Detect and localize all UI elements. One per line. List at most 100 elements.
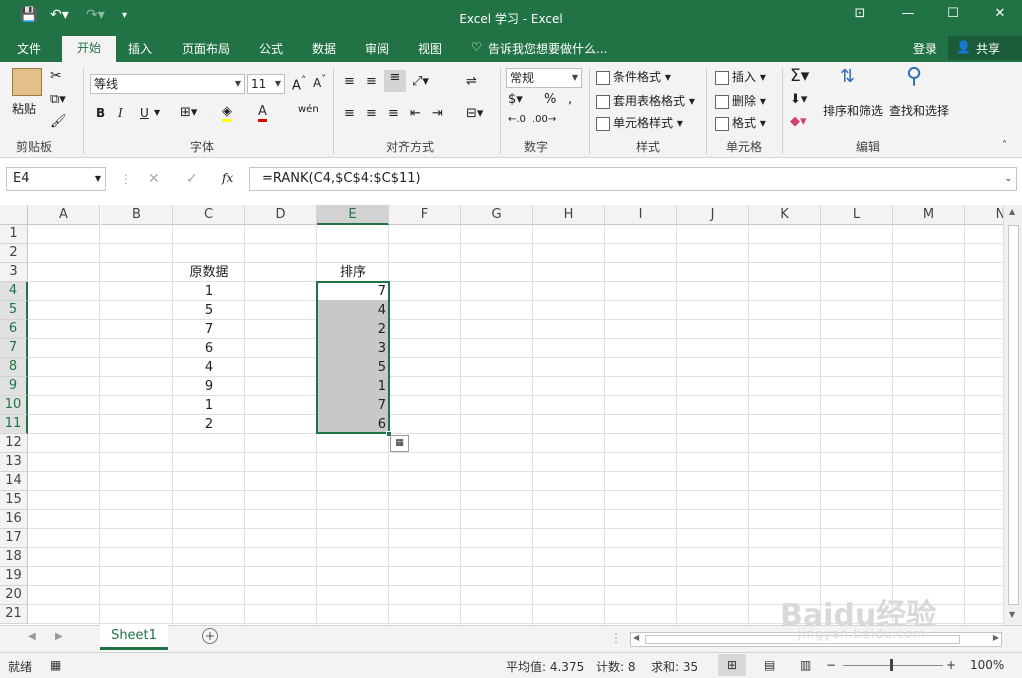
italic-button[interactable]: I: [118, 106, 123, 120]
row-header-6[interactable]: 6: [0, 320, 28, 339]
align-center-icon[interactable]: ≡: [366, 106, 377, 121]
wrap-text-icon[interactable]: ⇌: [466, 74, 477, 89]
macro-record-icon[interactable]: ▦: [50, 658, 61, 672]
cell-C8[interactable]: 4: [173, 358, 245, 377]
add-sheet-icon[interactable]: +: [202, 628, 218, 644]
tab-file[interactable]: 文件: [17, 40, 41, 57]
zoom-slider[interactable]: [843, 665, 943, 666]
expand-formula-icon[interactable]: ⌄: [1004, 168, 1012, 190]
maximize-button[interactable]: ☐: [943, 6, 963, 26]
clear-icon[interactable]: ◆▾: [790, 114, 807, 129]
column-header-B[interactable]: B: [101, 205, 173, 225]
copy-icon[interactable]: ⧉▾: [50, 92, 66, 107]
column-header-F[interactable]: F: [389, 205, 461, 225]
phonetic-icon[interactable]: wén: [298, 104, 319, 115]
column-header-H[interactable]: H: [533, 205, 605, 225]
column-header-L[interactable]: L: [821, 205, 893, 225]
collapse-ribbon-icon[interactable]: ˄: [1002, 140, 1007, 151]
ribbon-display-icon[interactable]: ⊡: [850, 6, 870, 26]
align-left-icon[interactable]: ≡: [344, 106, 355, 121]
row-header-19[interactable]: 19: [0, 567, 28, 586]
row-header-21[interactable]: 21: [0, 605, 28, 624]
delete-cells-button[interactable]: 删除 ▾: [715, 92, 766, 109]
tab-split-icon[interactable]: ⋮: [610, 631, 622, 645]
paste-button[interactable]: 粘贴: [12, 100, 36, 117]
row-header-8[interactable]: 8: [0, 358, 28, 377]
row-header-2[interactable]: 2: [0, 244, 28, 263]
worksheet-grid[interactable]: ABCDEFGHIJKLMN 1 2 3 4 5 6 7 8 9 10 11 12 13 14 15 16 17…: [0, 205, 1003, 625]
page-layout-view-icon[interactable]: ▤: [764, 658, 775, 672]
conditional-formatting-button[interactable]: 条件格式 ▾: [596, 68, 671, 85]
row-header-12[interactable]: 12: [0, 434, 28, 453]
zoom-in-icon[interactable]: +: [946, 658, 956, 672]
paste-icon[interactable]: [12, 68, 42, 96]
cell-C10[interactable]: 1: [173, 396, 245, 415]
select-all-button[interactable]: [0, 205, 28, 225]
quick-analysis-icon[interactable]: ▦: [390, 435, 409, 452]
scroll-down-icon[interactable]: ▼: [1009, 610, 1015, 619]
name-box-dropdown-icon[interactable]: ▼: [95, 168, 101, 190]
font-color-icon[interactable]: A: [258, 104, 267, 122]
cell-C9[interactable]: 9: [173, 377, 245, 396]
row-header-9[interactable]: 9: [0, 377, 28, 396]
zoom-slider-thumb[interactable]: [890, 659, 893, 671]
tab-insert[interactable]: 插入: [128, 40, 152, 57]
row-header-7[interactable]: 7: [0, 339, 28, 358]
cell-C3[interactable]: 原数据: [173, 263, 245, 282]
row-header-16[interactable]: 16: [0, 510, 28, 529]
format-as-table-button[interactable]: 套用表格格式 ▾: [596, 92, 695, 109]
scroll-right-icon[interactable]: ▶: [993, 633, 999, 642]
column-header-C[interactable]: C: [173, 205, 245, 225]
underline-dropdown-icon[interactable]: ▼: [154, 108, 160, 117]
increase-decimal-icon[interactable]: ←.0: [508, 114, 526, 125]
row-header-4[interactable]: 4: [0, 282, 28, 301]
row-header-13[interactable]: 13: [0, 453, 28, 472]
decrease-decimal-icon[interactable]: .00→: [532, 114, 556, 125]
scroll-left-icon[interactable]: ◀: [633, 633, 639, 642]
decrease-indent-icon[interactable]: ⇤: [410, 106, 421, 121]
close-button[interactable]: ✕: [990, 6, 1010, 26]
row-header-5[interactable]: 5: [0, 301, 28, 320]
sort-filter-button[interactable]: 排序和筛选: [823, 102, 883, 119]
underline-button[interactable]: U: [140, 106, 149, 120]
row-header-1[interactable]: 1: [0, 225, 28, 244]
row-header-3[interactable]: 3: [0, 263, 28, 282]
format-painter-icon[interactable]: 🖌: [50, 114, 67, 129]
cancel-icon[interactable]: ✕: [148, 171, 160, 187]
cut-icon[interactable]: ✂: [50, 68, 62, 84]
minimize-button[interactable]: —: [898, 6, 918, 26]
row-header-18[interactable]: 18: [0, 548, 28, 567]
next-sheet-icon[interactable]: ▶: [55, 631, 63, 642]
sheet-tab-sheet1[interactable]: Sheet1: [100, 625, 168, 650]
page-break-view-icon[interactable]: ▥: [800, 658, 811, 672]
tab-view[interactable]: 视图: [418, 40, 442, 57]
border-icon[interactable]: ⊞▾: [180, 105, 197, 120]
column-header-J[interactable]: J: [677, 205, 749, 225]
tab-page-layout[interactable]: 页面布局: [182, 40, 230, 57]
normal-view-icon[interactable]: ⊞: [718, 654, 746, 676]
fill-icon[interactable]: ⬇▾: [790, 92, 807, 107]
column-header-E[interactable]: E: [317, 205, 389, 225]
cell-C4[interactable]: 1: [173, 282, 245, 301]
accounting-format-icon[interactable]: $▾: [508, 92, 523, 107]
cell-C11[interactable]: 2: [173, 415, 245, 434]
merge-center-icon[interactable]: ⊟▾: [466, 106, 483, 121]
align-middle-icon[interactable]: ≡: [366, 74, 377, 89]
column-header-N[interactable]: N: [965, 205, 1003, 225]
cell-E3[interactable]: 排序: [317, 263, 389, 282]
align-right-icon[interactable]: ≡: [388, 106, 399, 121]
vertical-scroll-thumb[interactable]: [1008, 225, 1019, 605]
column-header-K[interactable]: K: [749, 205, 821, 225]
column-header-A[interactable]: A: [28, 205, 100, 225]
formula-input[interactable]: =RANK(C4,$C$4:$C$11) ⌄: [249, 167, 1017, 191]
cell-C7[interactable]: 6: [173, 339, 245, 358]
vertical-scrollbar[interactable]: ▲ ▼: [1003, 205, 1022, 625]
bold-button[interactable]: B: [96, 106, 105, 120]
tab-data[interactable]: 数据: [312, 40, 336, 57]
row-header-11[interactable]: 11: [0, 415, 28, 434]
scroll-up-icon[interactable]: ▲: [1009, 207, 1015, 216]
percent-style-button[interactable]: %: [544, 92, 556, 107]
font-name-combo[interactable]: 等线 ▼: [90, 74, 245, 94]
align-top-icon[interactable]: ≡: [344, 74, 355, 89]
share-button[interactable]: 👤 共享: [948, 36, 1022, 60]
